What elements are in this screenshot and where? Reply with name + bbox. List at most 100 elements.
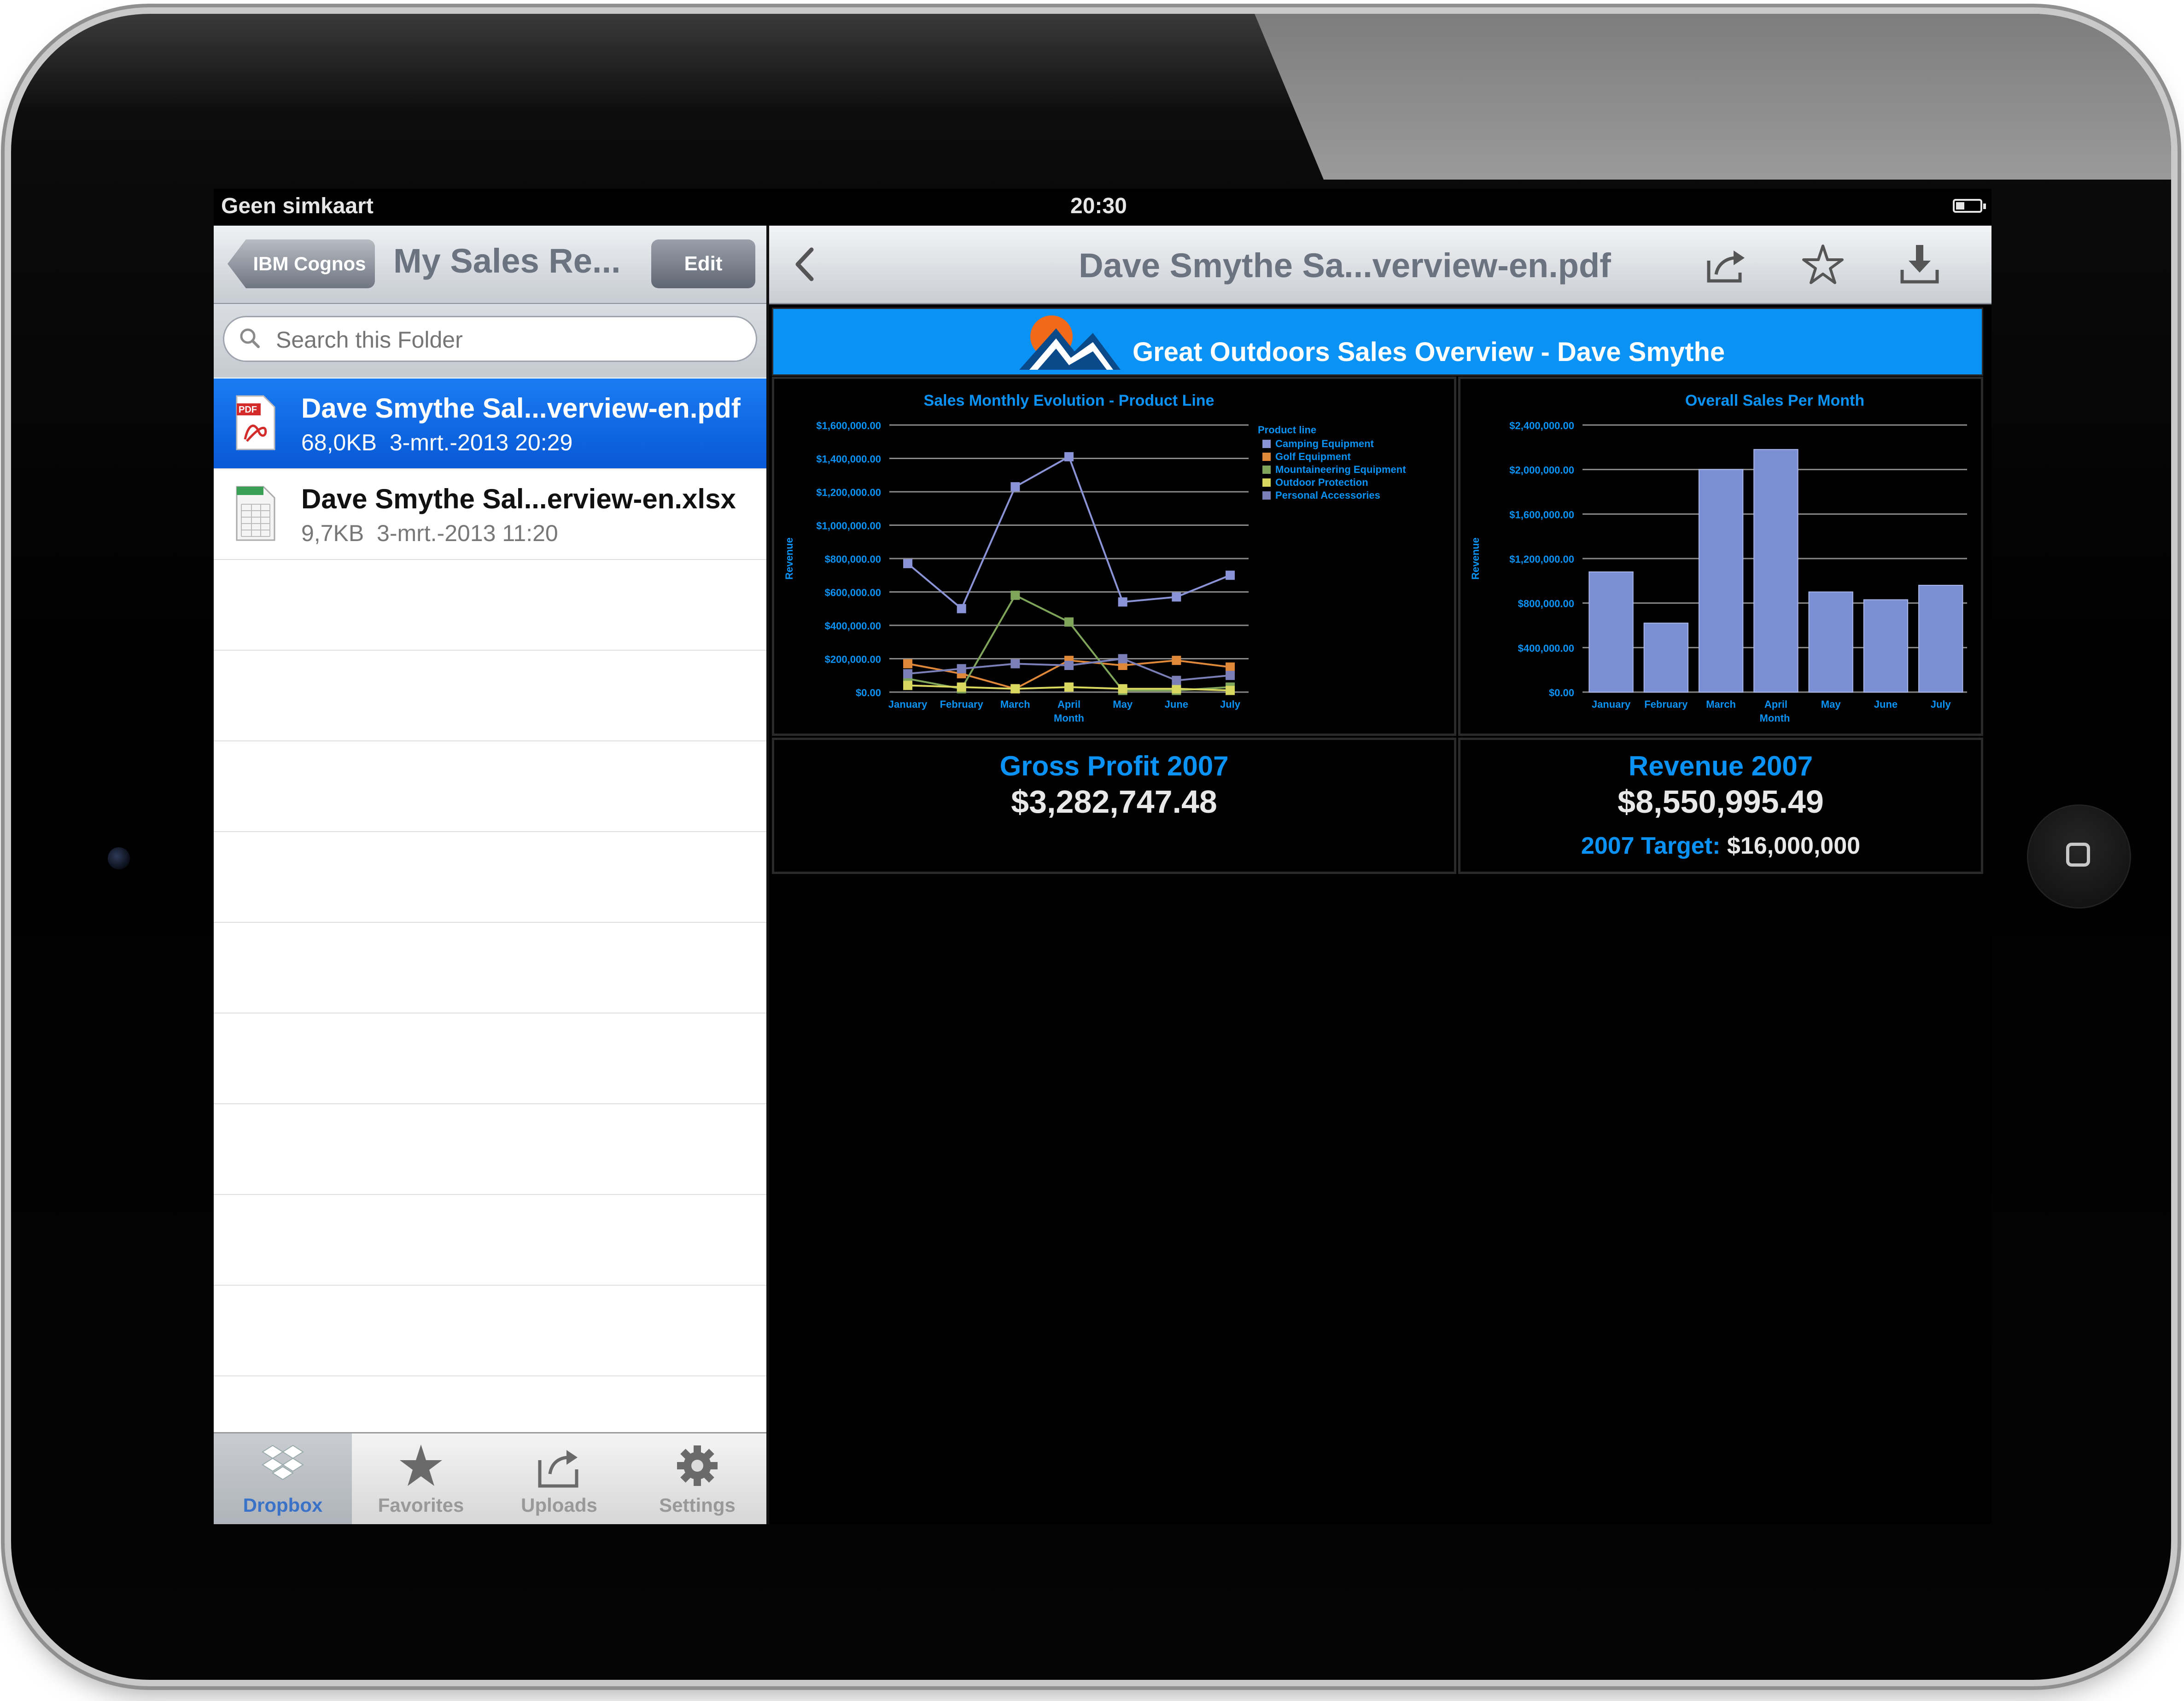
- tab-dropbox[interactable]: Dropbox: [214, 1433, 352, 1524]
- gear-icon: [677, 1445, 718, 1486]
- status-bar: Geen simkaart 20:30: [214, 189, 1991, 224]
- empty-row: [214, 1014, 766, 1104]
- tab-settings[interactable]: Settings: [628, 1433, 766, 1524]
- y-tick-label: $800,000.00: [825, 553, 881, 565]
- legend-swatch: [1262, 466, 1271, 474]
- file-name: Dave Smythe Sal...erview-en.xlsx: [301, 484, 736, 514]
- legend-label: Personal Accessories: [1275, 489, 1380, 501]
- data-point: [1172, 656, 1181, 665]
- search-icon: [240, 328, 260, 348]
- x-tick-label: March: [1000, 699, 1030, 710]
- y-tick-label: $2,400,000.00: [1509, 420, 1574, 431]
- data-point: [1064, 682, 1074, 692]
- x-tick-label: May: [1821, 699, 1841, 710]
- tab-label: Settings: [659, 1494, 736, 1516]
- list-item[interactable]: PDF Dave Smythe Sal...verview-en.pdf 68,…: [214, 379, 766, 469]
- file-date: 3-mrt.-2013 11:20: [377, 520, 558, 546]
- legend-swatch: [1262, 491, 1271, 500]
- share-icon[interactable]: [1704, 242, 1748, 286]
- bar: [1643, 623, 1689, 693]
- tab-label: Dropbox: [243, 1494, 323, 1516]
- report-title: Great Outdoors Sales Overview - Dave Smy…: [1133, 337, 1725, 367]
- x-tick-label: February: [1644, 699, 1688, 710]
- report-banner: Great Outdoors Sales Overview - Dave Smy…: [772, 308, 1983, 376]
- legend-label: Outdoor Protection: [1275, 477, 1368, 488]
- search-input[interactable]: [275, 326, 737, 354]
- y-tick-label: $1,200,000.00: [1509, 553, 1574, 565]
- download-icon[interactable]: [1898, 242, 1942, 286]
- revenue-kpi: Revenue 2007 $8,550,995.49 2007 Target: …: [1458, 738, 1983, 874]
- data-point: [1226, 686, 1235, 695]
- x-tick-label: June: [1165, 699, 1188, 710]
- svg-text:PDF: PDF: [239, 405, 257, 415]
- legend-swatch: [1262, 453, 1271, 461]
- y-tick-label: $200,000.00: [825, 654, 881, 665]
- bar-chart-panel: Overall Sales Per Month $0.00 $400,000.00 $…: [1458, 377, 1983, 736]
- data-point: [1118, 597, 1127, 607]
- data-point: [957, 604, 966, 613]
- data-point: [1172, 684, 1181, 693]
- file-list: PDF Dave Smythe Sal...verview-en.pdf 68,…: [214, 379, 766, 1376]
- gross-profit-kpi: Gross Profit 2007 $3,282,747.48: [772, 738, 1456, 874]
- y-tick-label: $1,600,000.00: [1509, 509, 1574, 520]
- back-button[interactable]: IBM Cognos: [228, 239, 375, 288]
- x-tick-label: July: [1220, 699, 1241, 710]
- legend-label: Camping Equipment: [1275, 438, 1374, 449]
- star-icon: [400, 1445, 442, 1486]
- x-axis-label: Month: [1760, 712, 1790, 724]
- x-tick-label: February: [940, 699, 984, 710]
- file-meta: 68,0KB 3-mrt.-2013 20:29: [301, 429, 572, 456]
- gross-profit-value: $3,282,747.48: [1011, 784, 1217, 820]
- front-camera: [108, 847, 130, 869]
- edit-button[interactable]: Edit: [651, 239, 755, 288]
- bar: [1808, 591, 1853, 693]
- data-point: [957, 682, 966, 692]
- file-size: 68,0KB: [301, 430, 377, 455]
- data-point: [903, 669, 912, 679]
- data-point: [1118, 654, 1127, 664]
- search-bar: [214, 304, 766, 378]
- bar-chart: Overall Sales Per Month $0.00 $400,000.00 $…: [1470, 392, 1967, 724]
- data-point: [1010, 590, 1020, 600]
- empty-row: [214, 1286, 766, 1376]
- pdf-file-icon: PDF: [236, 395, 275, 450]
- data-point: [1226, 571, 1235, 580]
- data-point: [1172, 676, 1181, 685]
- search-field-container[interactable]: [223, 316, 757, 362]
- bar: [1753, 449, 1799, 693]
- data-point: [903, 659, 912, 669]
- legend-label: Golf Equipment: [1275, 451, 1351, 462]
- file-browser-pane: IBM Cognos My Sales Re... Edit Search th…: [214, 226, 766, 1524]
- tab-uploads[interactable]: Uploads: [490, 1433, 628, 1524]
- file-date: 3-mrt.-2013 20:29: [389, 430, 573, 455]
- data-point: [1010, 659, 1020, 669]
- y-tick-label: $1,200,000.00: [816, 487, 881, 498]
- carrier-label: Geen simkaart: [221, 194, 374, 218]
- y-tick-label: $800,000.00: [1518, 598, 1574, 610]
- y-axis-label: Revenue: [1470, 537, 1481, 580]
- home-button[interactable]: [2028, 806, 2130, 907]
- x-tick-label: April: [1057, 699, 1080, 710]
- revenue-value: $8,550,995.49: [1618, 784, 1824, 820]
- revenue-target: 2007 Target: $16,000,000: [1460, 832, 1981, 860]
- clock: 20:30: [1070, 194, 1127, 218]
- target-value: $16,000,000: [1727, 833, 1861, 859]
- screen-glare: [1255, 14, 2171, 180]
- series-line: [907, 594, 1231, 692]
- y-axis-label: Revenue: [783, 537, 795, 580]
- back-chevron-icon[interactable]: [791, 246, 819, 283]
- x-axis-label: Month: [1054, 712, 1084, 724]
- empty-row: [214, 741, 766, 832]
- company-logo: [1019, 315, 1121, 370]
- data-point: [1010, 482, 1020, 492]
- y-tick-label: $400,000.00: [1518, 642, 1574, 654]
- tab-favorites[interactable]: Favorites: [352, 1433, 490, 1524]
- data-point: [1226, 670, 1235, 680]
- empty-row: [214, 832, 766, 923]
- list-item[interactable]: Dave Smythe Sal...erview-en.xlsx 9,7KB 3…: [214, 469, 766, 560]
- tab-label: Uploads: [521, 1494, 597, 1516]
- y-tick-label: $400,000.00: [825, 620, 881, 632]
- legend-swatch: [1262, 478, 1271, 487]
- folder-title: My Sales Re...: [393, 242, 621, 280]
- favorite-star-icon[interactable]: [1801, 242, 1845, 286]
